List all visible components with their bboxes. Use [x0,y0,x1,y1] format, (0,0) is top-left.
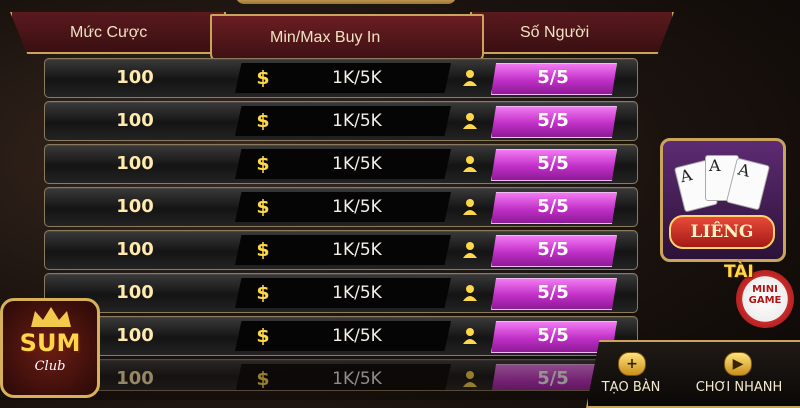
bet-value: 100 [116,239,154,260]
person-icon [463,156,477,172]
quick-play-label: CHƠI NHANH [695,380,783,395]
logo-main-text: SUM [19,329,81,357]
logo-sub-text: Club [34,359,66,374]
person-icon [463,242,477,258]
table-row[interactable]: 100 $ 1K/5K 5/5 [44,230,638,270]
table-row[interactable]: 100 $ 1K/5K 5/5 [44,58,638,98]
bet-value: 100 [116,196,154,217]
column-header-bet: Mức Cược [70,24,148,41]
dollar-icon: $ [256,67,270,89]
buyin-value: 1K/5K [332,369,382,389]
person-icon [463,199,477,215]
mini-game-label: MINI GAME [748,284,782,306]
dollar-icon: $ [256,368,270,390]
dollar-icon: $ [256,325,270,347]
table-row[interactable]: 100 $ 1K/5K 5/5 [44,144,638,184]
bet-value: 100 [116,67,154,88]
table-row[interactable]: 100 $ 1K/5K 5/5 [44,273,638,313]
players-count: 5/5 [537,67,569,88]
tai-label: TÀI [724,262,754,282]
person-icon [463,113,477,129]
create-table-label: TẠO BÀN [601,380,661,395]
quick-play-button[interactable]: ▶ CHƠI NHANH [684,352,794,400]
dollar-icon: $ [256,282,270,304]
table-row[interactable]: 100 $ 1K/5K 5/5 [44,187,638,227]
table-row[interactable]: 100 $ 1K/5K 5/5 [44,101,638,141]
column-header-players: Số Người [520,24,590,41]
sum-club-logo: SUM Club [0,298,100,398]
buyin-value: 1K/5K [332,197,382,217]
person-icon [463,328,477,344]
buyin-value: 1K/5K [332,326,382,346]
header-top-ornament [236,0,456,4]
table-row[interactable]: 100 $ 1K/5K 5/5 [44,359,638,391]
buyin-value: 1K/5K [332,68,382,88]
buyin-value: 1K/5K [332,283,382,303]
play-icon: ▶ [724,352,752,376]
tai-mini-game-button[interactable]: TÀI MINI GAME [724,262,796,328]
dollar-icon: $ [256,153,270,175]
players-count: 5/5 [537,239,569,260]
person-icon [463,70,477,86]
column-header-buyin: Min/Max Buy In [270,29,381,46]
dollar-icon: $ [256,196,270,218]
bet-value: 100 [116,110,154,131]
create-table-button[interactable]: + TẠO BÀN [576,352,686,400]
players-count: 5/5 [537,110,569,131]
person-icon [463,371,477,387]
dollar-icon: $ [256,239,270,261]
person-icon [463,285,477,301]
lieng-label: LIÊNG [669,215,775,249]
players-count: 5/5 [537,282,569,303]
buyin-value: 1K/5K [332,111,382,131]
buyin-value: 1K/5K [332,240,382,260]
players-count: 5/5 [537,153,569,174]
buyin-value: 1K/5K [332,154,382,174]
crown-icon [31,307,71,327]
bet-value: 100 [116,153,154,174]
table-row[interactable]: 100 $ 1K/5K 5/5 [44,316,638,356]
players-count: 5/5 [537,196,569,217]
plus-icon: + [618,352,646,376]
dollar-icon: $ [256,110,270,132]
players-count: 5/5 [537,325,569,346]
lieng-game-button[interactable]: A A A LIÊNG [660,138,786,262]
